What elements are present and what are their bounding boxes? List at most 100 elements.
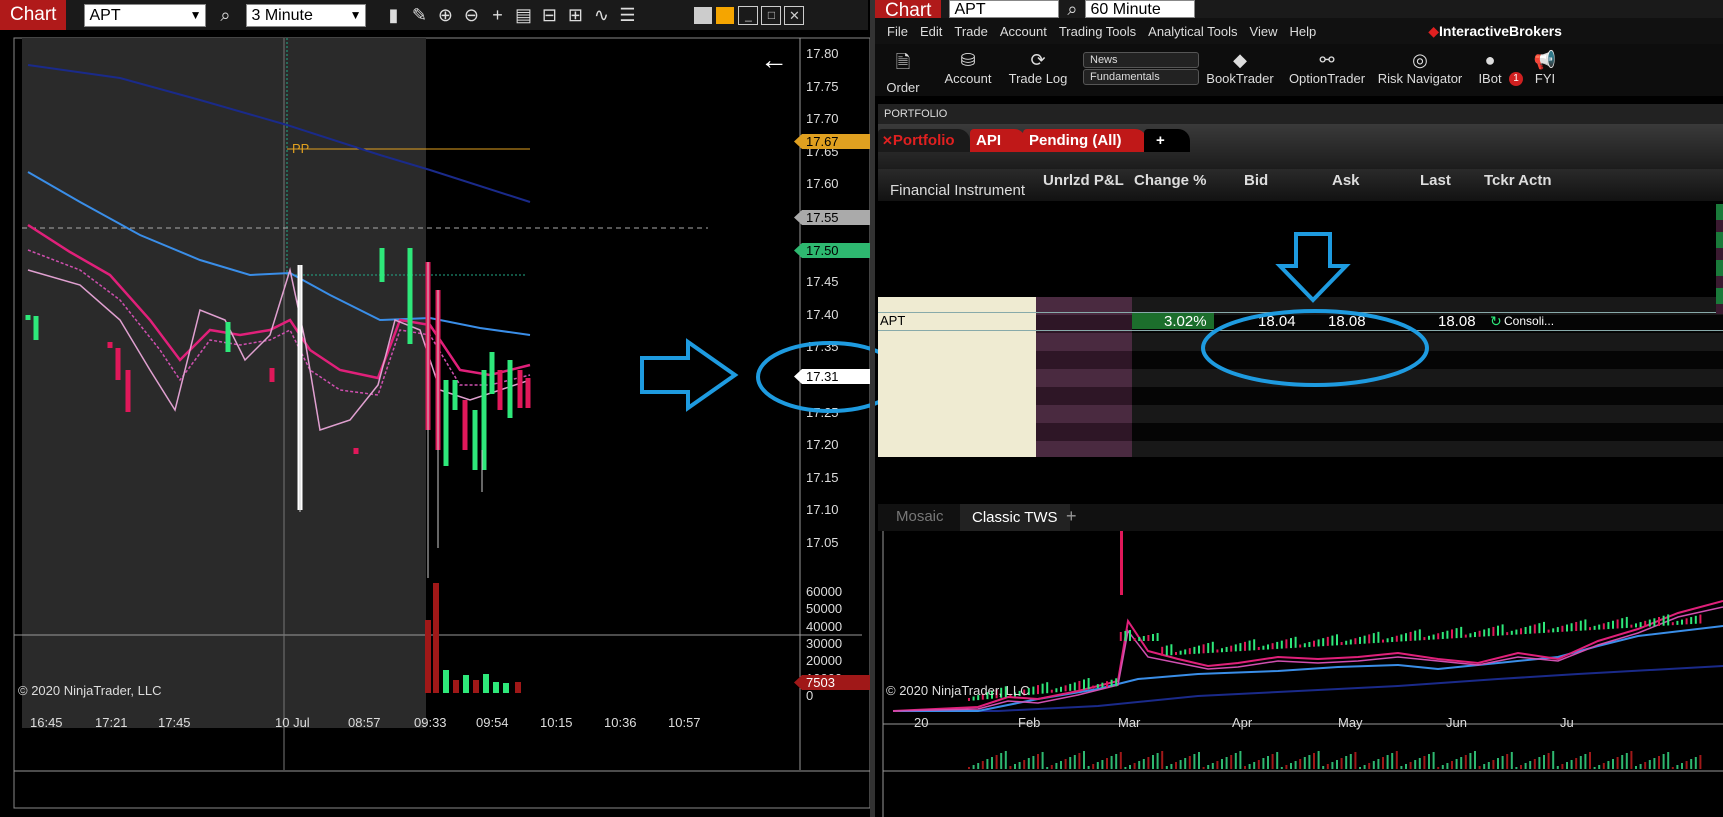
col-ask[interactable]: Ask [1332,172,1360,189]
right-volume-bar [1299,759,1302,769]
news-button[interactable]: News [1083,52,1199,68]
tab-classic-tws[interactable]: Classic TWS [960,504,1070,531]
risk-navigator-button[interactable]: ◎ Risk Navigator [1377,50,1463,86]
tab-add-layout[interactable]: + [1066,506,1077,527]
right-volume-bar [1593,767,1596,769]
menu-account[interactable]: Account [1000,24,1047,39]
search-icon[interactable]: ⌕ [1059,0,1085,18]
close-icon[interactable]: ✕ [784,5,805,25]
instrument-value: APT [89,6,121,24]
col-unrlzd-pnl[interactable]: Unrlzd P&L [1043,172,1124,189]
zoom-out-icon[interactable]: ⊖ [458,5,484,26]
indicators-icon[interactable]: ⊟ [536,5,562,26]
menu-help[interactable]: Help [1289,24,1316,39]
right-instrument-select[interactable]: APT [949,0,1060,18]
right-candle [1690,617,1693,625]
right-edge-stripes [1716,204,1723,314]
ibot-button[interactable]: ● IBot [1473,50,1507,86]
col-last[interactable]: Last [1420,172,1451,189]
instrument-select[interactable]: APT ▼ [84,3,207,27]
strategies-icon[interactable]: ⊞ [562,5,588,26]
right-candle [1225,646,1228,652]
trend-icon[interactable]: ∿ [588,5,614,26]
fundamentals-button[interactable]: Fundamentals [1083,69,1199,85]
tab-api[interactable]: API [970,129,1026,152]
right-candle [1377,631,1380,643]
right-candle [1046,682,1049,694]
menu-edit[interactable]: Edit [920,24,942,39]
right-volume-bar [1037,754,1039,769]
properties-icon[interactable]: ☰ [614,5,640,26]
right-volume-bar [1000,753,1003,769]
menu-file[interactable]: File [887,24,908,39]
menu-trading-tools[interactable]: Trading Tools [1059,24,1136,39]
close-tab-icon[interactable]: ✕ [882,133,893,148]
right-volume-bar [1152,755,1154,769]
right-volume-bar [1441,765,1444,769]
crosshair-icon[interactable]: + [484,5,510,26]
right-price-chart[interactable] [878,531,1723,817]
right-candle [1317,639,1320,647]
right-candle [1589,627,1591,631]
data-box-icon[interactable]: ▤ [510,5,536,26]
tab-add[interactable]: + [1144,129,1190,152]
right-volume-bar [1170,764,1173,769]
right-candle [1469,633,1472,638]
right-volume-bar [1589,752,1591,769]
right-volume-bar [1382,757,1384,769]
booktrader-button[interactable]: ◆ BookTrader [1205,50,1275,86]
tab-portfolio[interactable]: ✕Portfolio [878,129,970,152]
right-volume-bar [1354,752,1357,769]
minimize-icon[interactable]: _ [738,5,759,25]
portfolio-title: PORTFOLIO [884,108,948,120]
interval-select[interactable]: 3 Minute ▼ [246,3,367,27]
news-label: News [1090,54,1118,66]
right-candle [1064,685,1067,692]
candlestick-icon[interactable]: ▮ [380,5,406,26]
account-button[interactable]: ⛁ Account [943,50,993,86]
tab-pending[interactable]: Pending (All) [1023,129,1147,152]
chevron-down-icon: ▼ [349,7,362,22]
right-volume-bar [1400,766,1403,769]
menu-analytical-tools[interactable]: Analytical Tools [1148,24,1237,39]
candle [489,352,495,394]
fyi-button[interactable]: 📢 FYI [1527,50,1563,86]
right-volume-bar [1584,754,1587,769]
right-volume-bar [1280,767,1283,769]
right-volume-bar [1313,753,1315,769]
zoom-in-icon[interactable]: ⊕ [432,5,458,26]
right-candle [1336,634,1338,646]
menu-view[interactable]: View [1250,24,1278,39]
right-candle [1096,684,1099,689]
right-volume-bar [1092,764,1095,769]
row-action[interactable]: Consoli... [1504,314,1554,328]
trade-log-button[interactable]: ⟳ Trade Log [1007,50,1069,86]
back-arrow-icon[interactable]: ← [760,44,788,76]
volume-bar [443,670,449,693]
link-color-orange-icon[interactable] [716,6,735,24]
draw-pencil-icon[interactable]: ✎ [406,5,432,26]
price-tag-green: 17.50 [794,243,874,258]
volume-bar [433,583,439,693]
col-bid[interactable]: Bid [1244,172,1268,189]
col-financial-instrument[interactable]: Financial Instrument [890,182,1025,199]
link-color-icon[interactable] [694,6,713,24]
portfolio-header: PORTFOLIO [878,104,1723,124]
book-icon: ◆ [1233,50,1247,70]
candle [517,370,523,408]
order-button[interactable]: 🗎 Order [883,50,923,95]
right-candle [1533,624,1536,634]
menu-trade[interactable]: Trade [954,24,987,39]
search-icon[interactable]: ⌕ [212,5,238,26]
col-change-pct[interactable]: Change % [1134,172,1207,189]
tab-mosaic[interactable]: Mosaic [896,508,944,525]
right-volume-bar [1202,767,1205,769]
maximize-icon[interactable]: □ [761,5,782,25]
right-volume-bar [1198,752,1200,769]
col-tckr-actn[interactable]: Tckr Actn [1484,172,1552,189]
right-candle [1662,615,1665,626]
right-interval-select[interactable]: 60 Minute [1085,0,1196,18]
right-volume-bar [1635,766,1637,769]
right-volume-bar [1377,759,1380,769]
optiontrader-button[interactable]: ⚯ OptionTrader [1288,50,1366,86]
